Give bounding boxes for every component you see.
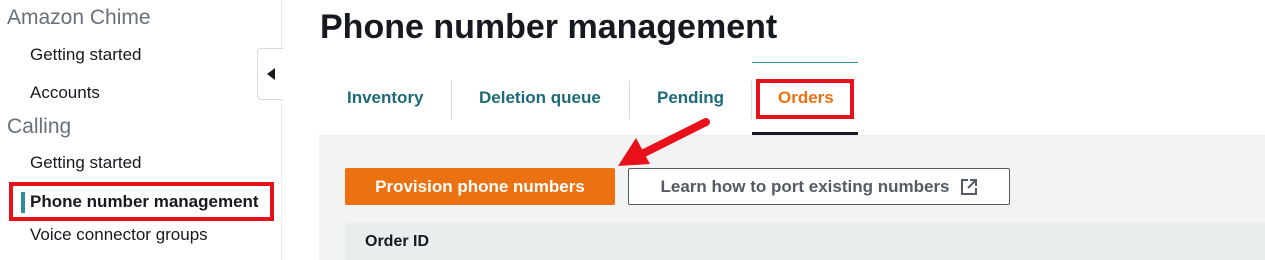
learn-port-numbers-button[interactable]: Learn how to port existing numbers [628,168,1010,205]
sidebar-item-accounts[interactable]: Accounts [30,83,100,103]
learn-port-numbers-label: Learn how to port existing numbers [660,176,950,196]
collapse-sidebar-button[interactable] [257,48,283,100]
sidebar-section-amazon-chime: Amazon Chime [7,6,151,29]
sidebar-item-voice-connector-groups[interactable]: Voice connector groups [30,225,208,245]
tab-divider [751,81,752,119]
tab-divider [451,81,452,119]
page-title: Phone number management [320,8,778,46]
sidebar: Amazon Chime Getting started Accounts Ca… [0,0,282,260]
external-link-icon [960,178,977,195]
orders-table-header: Order ID [345,223,1265,260]
sidebar-item-getting-started-chime[interactable]: Getting started [30,45,142,65]
tab-active-topline [752,62,858,63]
tab-deletion-queue[interactable]: Deletion queue [479,88,601,108]
provision-phone-numbers-button[interactable]: Provision phone numbers [345,168,615,205]
sidebar-item-getting-started-calling[interactable]: Getting started [30,153,142,173]
sidebar-section-calling: Calling [7,115,72,138]
highlight-box-sidebar [9,182,274,221]
tab-pending[interactable]: Pending [657,88,724,108]
tab-active-underline [752,132,858,135]
highlight-box-orders-tab [756,79,854,119]
annotation-arrow-icon [618,118,710,166]
caret-left-icon [266,68,275,80]
provision-phone-numbers-label: Provision phone numbers [375,176,585,196]
column-header-order-id[interactable]: Order ID [365,233,429,251]
tab-divider [629,81,630,119]
tab-inventory[interactable]: Inventory [347,88,424,108]
